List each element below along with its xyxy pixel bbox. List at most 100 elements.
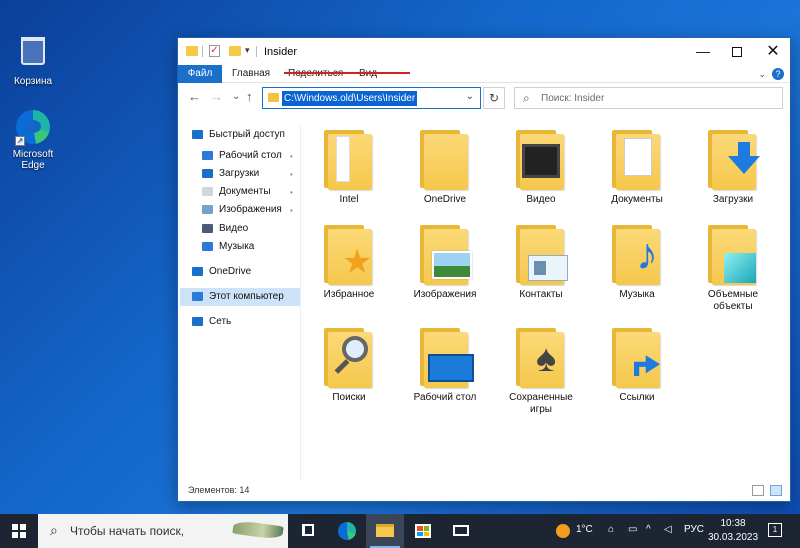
- refresh-button[interactable]: ↻: [483, 87, 505, 109]
- folder-tile[interactable]: Intel: [304, 130, 394, 206]
- taskbar-explorer-button[interactable]: [366, 514, 404, 548]
- folder-tile[interactable]: Контакты: [496, 225, 586, 301]
- folder-intel-icon: [322, 130, 376, 190]
- sidebar-item-label: Музыка: [219, 241, 255, 252]
- sidebar-item[interactable]: Видео: [202, 220, 248, 238]
- help-icon[interactable]: ?: [772, 68, 784, 80]
- folder-tile[interactable]: Загрузки: [688, 130, 778, 206]
- taskbar-mail-button[interactable]: [442, 514, 480, 548]
- desktop-icon-recycle-bin[interactable]: Корзина: [0, 33, 66, 87]
- tab-file[interactable]: Файл: [178, 65, 222, 83]
- folder-label: Рабочий стол: [413, 392, 477, 403]
- sidebar-item[interactable]: Этот компьютер: [180, 288, 300, 306]
- ribbon: Файл Главная Поделиться Вид ⌄ ?: [178, 65, 790, 83]
- folder-desktop-icon: [418, 328, 474, 388]
- clock[interactable]: 10:38 30.03.2023: [708, 517, 758, 545]
- search-input[interactable]: ⌕ Поиск: Insider: [514, 87, 783, 109]
- folder-label: Intel: [339, 194, 359, 205]
- folder-label: Документы: [611, 194, 663, 205]
- sidebar-item[interactable]: Изображения: [202, 201, 282, 219]
- edge-icon: ↗: [15, 110, 51, 146]
- sidebar-item-label: Рабочий стол: [219, 150, 282, 161]
- back-button[interactable]: ←: [188, 89, 201, 104]
- folder-searches-icon: [322, 328, 376, 388]
- people-icon[interactable]: ⌂: [608, 524, 614, 535]
- folder-tile[interactable]: ♠ Сохраненные игры: [496, 328, 586, 416]
- large-icons-view-icon[interactable]: [770, 485, 782, 496]
- folder-tile[interactable]: Изображения: [400, 225, 490, 301]
- close-button[interactable]: ✕: [756, 38, 790, 65]
- cloud-icon: [192, 266, 203, 276]
- folder-tile[interactable]: ★ Избранное: [304, 225, 394, 301]
- maximize-icon: [732, 47, 742, 58]
- weather-temperature[interactable]: 1°C: [576, 524, 593, 535]
- sidebar-item[interactable]: Документы: [202, 183, 271, 201]
- sidebar-item-label: OneDrive: [209, 266, 252, 277]
- folder-tile[interactable]: Ссылки: [592, 328, 682, 404]
- taskbar-search[interactable]: ⌕ Чтобы начать поиск,: [38, 514, 288, 548]
- sidebar-item[interactable]: Загрузки: [202, 165, 259, 183]
- folder-onedrive-icon: [418, 130, 472, 190]
- recent-locations-button[interactable]: ⌄: [232, 91, 240, 102]
- folder-label: Изображения: [413, 289, 477, 300]
- folder-tile[interactable]: Видео: [496, 130, 586, 206]
- new-folder-icon[interactable]: [229, 46, 241, 56]
- folder-documents-icon: [610, 130, 664, 190]
- properties-icon[interactable]: ✓: [209, 45, 220, 57]
- taskbar-store-button[interactable]: [404, 514, 442, 548]
- maximize-button[interactable]: [720, 38, 754, 65]
- star-icon: [192, 129, 203, 139]
- folder-tile[interactable]: Поиски: [304, 328, 394, 404]
- sidebar-item[interactable]: Рабочий стол: [202, 147, 282, 165]
- folder-pictures-icon: [418, 225, 472, 285]
- weather-icon[interactable]: [556, 524, 570, 538]
- folder-label: OneDrive: [423, 194, 467, 205]
- item-count: Элементов: 14: [188, 485, 250, 495]
- folder-tile[interactable]: ♪ Музыка: [592, 225, 682, 301]
- customize-toolbar-icon[interactable]: ▾: [245, 45, 250, 56]
- details-view-icon[interactable]: [752, 485, 764, 496]
- folder-tile[interactable]: Объемные объекты: [688, 225, 778, 313]
- folder-tile[interactable]: OneDrive: [400, 130, 490, 206]
- sidebar-item[interactable]: Музыка: [202, 238, 254, 256]
- edge-icon: [338, 522, 356, 540]
- desktop-icon-edge[interactable]: ↗ Microsoft Edge: [0, 110, 66, 171]
- show-hidden-icons-icon[interactable]: ^: [646, 524, 651, 535]
- pin-icon: •: [290, 206, 293, 215]
- folder-music-icon: ♪: [610, 225, 664, 285]
- notifications-button[interactable]: 1: [768, 523, 782, 537]
- tab-view[interactable]: Вид: [351, 65, 385, 83]
- folder-downloads-icon: [706, 130, 760, 190]
- folder-icon: [186, 46, 198, 56]
- chevron-down-icon[interactable]: ⌄: [466, 91, 474, 102]
- folder-label: Сохраненные игры: [509, 392, 573, 415]
- address-text[interactable]: C:\Windows.old\Users\Insider: [282, 91, 418, 106]
- folder-tile[interactable]: Документы: [592, 130, 682, 206]
- forward-button[interactable]: →: [210, 89, 223, 104]
- minimize-button[interactable]: —: [686, 38, 720, 65]
- taskbar-edge-button[interactable]: [328, 514, 366, 548]
- taskbar: ⌕ Чтобы начать поиск, 1°C ⌂ ▭ ^ ◁ РУС 10…: [0, 514, 800, 548]
- tab-home[interactable]: Главная: [224, 65, 278, 83]
- up-button[interactable]: ↑: [246, 89, 253, 104]
- recycle-bin-label: Корзина: [13, 76, 53, 87]
- sidebar-item[interactable]: OneDrive: [192, 263, 251, 281]
- network-icon[interactable]: ▭: [628, 524, 637, 535]
- task-view-button[interactable]: [290, 514, 328, 548]
- store-icon: [415, 524, 431, 538]
- expand-ribbon-icon[interactable]: ⌄: [758, 69, 766, 80]
- folder-games-icon: ♠: [514, 328, 568, 388]
- language-indicator[interactable]: РУС: [684, 524, 704, 535]
- pictures-icon: [202, 204, 213, 214]
- tab-share[interactable]: Поделиться: [280, 65, 351, 83]
- sidebar-item[interactable]: Быстрый доступ: [192, 126, 285, 144]
- sidebar-item[interactable]: Сеть: [192, 313, 231, 331]
- folder-label: Ссылки: [619, 392, 655, 403]
- folder-tile[interactable]: Рабочий стол: [400, 328, 490, 404]
- volume-icon[interactable]: ◁: [664, 524, 672, 535]
- start-button[interactable]: [0, 514, 38, 548]
- folder-video-icon: [514, 130, 568, 190]
- address-bar[interactable]: C:\Windows.old\Users\Insider ⌄: [262, 87, 481, 109]
- folder-icon: [268, 93, 279, 102]
- search-icon: ⌕: [523, 91, 530, 105]
